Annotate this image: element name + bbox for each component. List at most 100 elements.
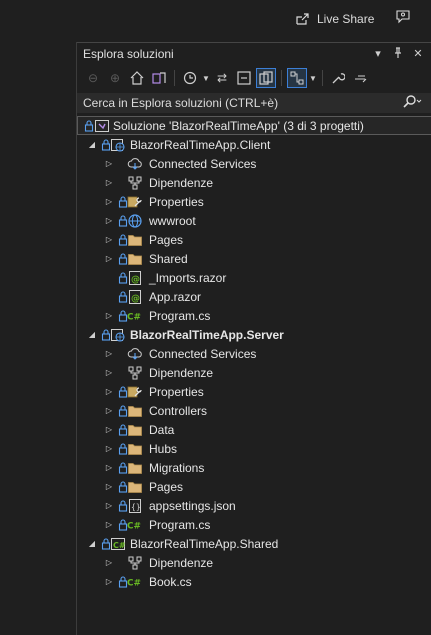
tree-item[interactable]: ▷ Shared xyxy=(77,249,431,268)
tree-item-label: Shared xyxy=(149,251,188,266)
folder-icon xyxy=(127,422,143,438)
folder-icon xyxy=(127,479,143,495)
tree-item[interactable]: ▷ Data xyxy=(77,420,431,439)
tree-item-label: Properties xyxy=(149,194,204,209)
toolbar-overflow-icon[interactable] xyxy=(350,68,370,88)
tree-item-label: Controllers xyxy=(149,403,208,418)
search-icon[interactable] xyxy=(402,95,422,112)
tree-item[interactable]: ▷ wwwroot xyxy=(77,211,431,230)
tree-item-label: Pages xyxy=(149,479,184,494)
razor-file-icon: @ xyxy=(127,270,143,286)
lock-icon xyxy=(84,119,94,132)
home-icon[interactable] xyxy=(127,68,147,88)
collapsed-arrow-icon[interactable]: ▷ xyxy=(104,520,114,529)
switch-views-icon[interactable] xyxy=(149,68,169,88)
tree-item[interactable]: ▷ Pages xyxy=(77,230,431,249)
collapsed-arrow-icon[interactable]: ▷ xyxy=(104,159,114,168)
forward-icon[interactable]: ⊕ xyxy=(105,68,125,88)
chevron-down-icon[interactable]: ▼ xyxy=(309,74,317,83)
search-input[interactable]: Cerca in Esplora soluzioni (CTRL+è) xyxy=(77,93,431,113)
collapsed-arrow-icon[interactable]: ▷ xyxy=(104,463,114,472)
collapsed-arrow-icon[interactable]: ▷ xyxy=(104,216,114,225)
tree-item[interactable]: ▷ {} appsettings.json xyxy=(77,496,431,515)
chevron-down-icon[interactable]: ▼ xyxy=(202,74,210,83)
folder-icon xyxy=(127,232,143,248)
csharp-project-icon: C# xyxy=(110,536,126,552)
window-position-dropdown-icon[interactable]: ▾ xyxy=(372,46,384,60)
collapsed-arrow-icon[interactable]: ▷ xyxy=(104,349,114,358)
collapse-all-icon[interactable] xyxy=(234,68,254,88)
csharp-file-icon: C# xyxy=(127,517,143,533)
collapsed-arrow-icon[interactable]: ▷ xyxy=(104,235,114,244)
collapsed-arrow-icon[interactable]: ▷ xyxy=(104,425,114,434)
tree-item-label: Pages xyxy=(149,232,184,247)
collapsed-arrow-icon[interactable]: ▷ xyxy=(104,406,114,415)
tree-item[interactable]: ▷ Pages xyxy=(77,477,431,496)
close-icon[interactable]: ✕ xyxy=(412,46,424,60)
collapsed-arrow-icon[interactable]: ▷ xyxy=(104,444,114,453)
collapsed-arrow-icon[interactable]: ▷ xyxy=(104,178,114,187)
feedback-icon[interactable] xyxy=(395,9,411,25)
back-icon[interactable]: ⊖ xyxy=(83,68,103,88)
collapsed-arrow-icon[interactable]: ▷ xyxy=(104,577,114,586)
collapsed-arrow-icon[interactable]: ▷ xyxy=(104,197,114,206)
web-project-icon xyxy=(110,327,126,343)
preview-selected-items-icon[interactable] xyxy=(287,68,307,88)
tree-item[interactable]: ▷ Dipendenze xyxy=(77,553,431,572)
tree-item[interactable]: ▷ C# Program.cs xyxy=(77,515,431,534)
tree-item[interactable]: ▷ Connected Services xyxy=(77,154,431,173)
expanded-arrow-icon[interactable]: ◢ xyxy=(87,140,97,149)
tree-item[interactable]: ▷ Dipendenze xyxy=(77,173,431,192)
tree-item[interactable]: ▷ C# Book.cs xyxy=(77,572,431,591)
tree-item-label: appsettings.json xyxy=(149,498,236,513)
panel-toolbar: ⊖ ⊕ ▼ ⇄ ▼ xyxy=(77,66,431,90)
collapsed-arrow-icon[interactable]: ▷ xyxy=(104,368,114,377)
collapsed-arrow-icon[interactable]: ▷ xyxy=(104,501,114,510)
tree-item[interactable]: ▷ C# Program.cs xyxy=(77,306,431,325)
properties-wrench-icon[interactable] xyxy=(328,68,348,88)
expanded-arrow-icon[interactable]: ◢ xyxy=(87,539,97,548)
project-row[interactable]: ◢ BlazorRealTimeApp.Client xyxy=(77,135,431,154)
collapsed-arrow-icon[interactable]: ▷ xyxy=(104,482,114,491)
properties-icon xyxy=(127,194,143,210)
tree-item-label: Migrations xyxy=(149,460,205,475)
live-share-button[interactable]: Live Share xyxy=(295,9,374,29)
tree-item-label: Properties xyxy=(149,384,204,399)
toolbar-separator xyxy=(174,70,175,86)
tree-item-label: Soluzione 'BlazorRealTimeApp' (3 di 3 pr… xyxy=(113,118,364,133)
dependencies-icon xyxy=(127,555,143,571)
collapsed-arrow-icon[interactable]: ▷ xyxy=(104,254,114,263)
project-row[interactable]: ◢ C# BlazorRealTimeApp.Shared xyxy=(77,534,431,553)
tree-item[interactable]: ▷ Hubs xyxy=(77,439,431,458)
tree-item-label: BlazorRealTimeApp.Client xyxy=(130,137,271,152)
tree-item[interactable]: ▷ Migrations xyxy=(77,458,431,477)
collapsed-arrow-icon[interactable]: ▷ xyxy=(104,558,114,567)
folder-icon xyxy=(127,441,143,457)
tree-item[interactable]: ▷ Controllers xyxy=(77,401,431,420)
solution-row[interactable]: Soluzione 'BlazorRealTimeApp' (3 di 3 pr… xyxy=(77,116,431,135)
csharp-file-icon: C# xyxy=(127,308,143,324)
expanded-arrow-icon[interactable]: ◢ xyxy=(87,330,97,339)
pending-changes-filter-icon[interactable] xyxy=(180,68,200,88)
toolbar-separator xyxy=(281,70,282,86)
show-all-files-icon[interactable] xyxy=(256,68,276,88)
tree-item[interactable]: @ App.razor xyxy=(77,287,431,306)
sync-icon[interactable]: ⇄ xyxy=(212,68,232,88)
svg-text:C#: C# xyxy=(127,578,141,588)
collapsed-arrow-icon[interactable]: ▷ xyxy=(104,311,114,320)
tree-item-label: BlazorRealTimeApp.Shared xyxy=(130,536,279,551)
live-share-label: Live Share xyxy=(317,12,375,26)
tree-item[interactable]: ▷ Connected Services xyxy=(77,344,431,363)
solution-tree: Soluzione 'BlazorRealTimeApp' (3 di 3 pr… xyxy=(77,116,431,591)
tree-item[interactable]: ▷ Properties xyxy=(77,192,431,211)
tree-item[interactable]: ▷ Properties xyxy=(77,382,431,401)
tree-item-label: BlazorRealTimeApp.Server xyxy=(130,327,284,342)
pin-icon[interactable] xyxy=(392,46,404,60)
tree-item-label: Data xyxy=(149,422,175,437)
svg-text:@: @ xyxy=(131,275,140,285)
project-row[interactable]: ◢ BlazorRealTimeApp.Server xyxy=(77,325,431,344)
tree-item[interactable]: ▷ Dipendenze xyxy=(77,363,431,382)
tree-item[interactable]: @ _Imports.razor xyxy=(77,268,431,287)
collapsed-arrow-icon[interactable]: ▷ xyxy=(104,387,114,396)
tree-item-label: wwwroot xyxy=(149,213,196,228)
